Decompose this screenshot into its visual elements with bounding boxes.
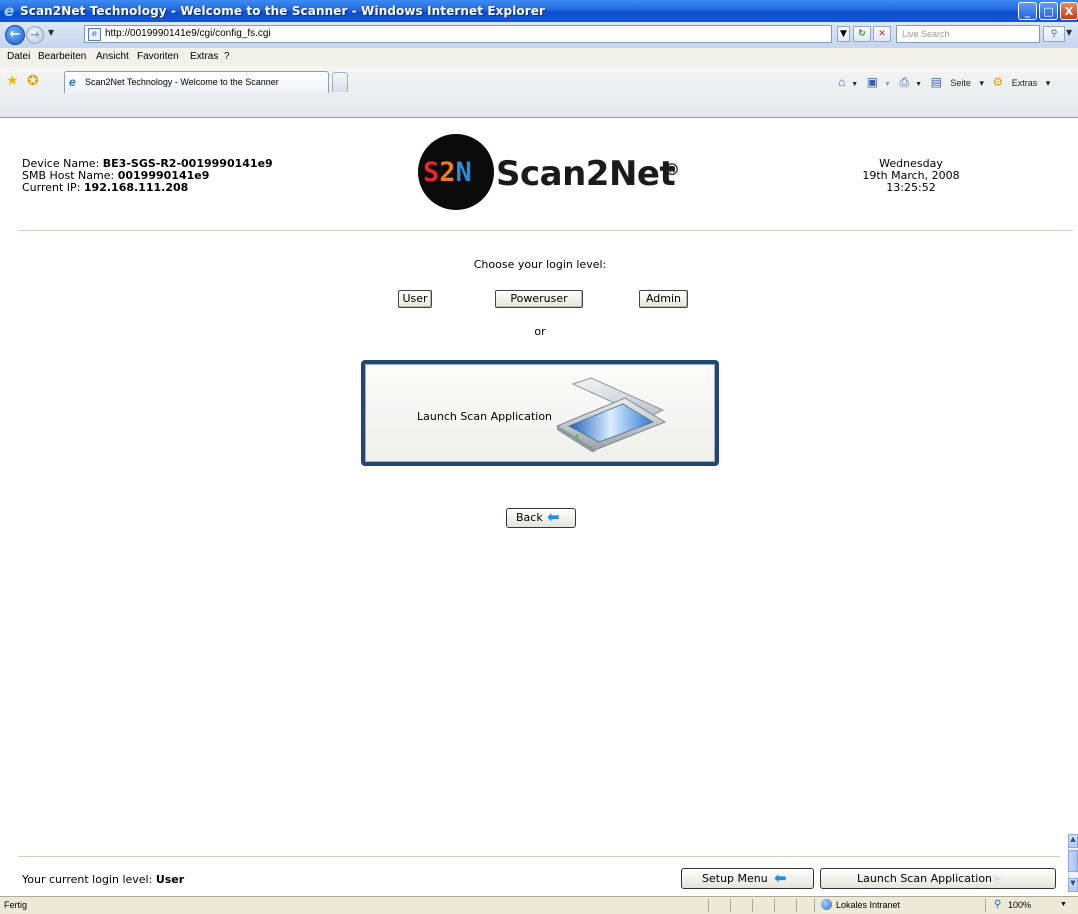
add-favorite-icon[interactable]: ✪	[27, 73, 39, 89]
favorites-center-icon[interactable]: ★	[6, 73, 19, 89]
scanner-icon	[555, 377, 667, 452]
page-icon: e	[88, 28, 101, 41]
login-admin-button[interactable]: Admin	[639, 290, 688, 308]
footer-divider	[18, 856, 1060, 857]
launch-scan-application-panel[interactable]: Launch Scan Application	[361, 360, 719, 466]
menu-file[interactable]: Datei	[7, 51, 30, 62]
date-time: Wednesday 19th March, 2008 13:25:52	[836, 158, 986, 194]
launch-scan-button-label: Launch Scan Application	[857, 872, 993, 885]
login-level-value: User	[155, 873, 185, 886]
current-login-level: Your current login level: User	[22, 873, 184, 886]
header-divider	[18, 230, 1073, 231]
back-button-label: Back	[516, 511, 543, 524]
tools-menu-label: Extras	[1011, 78, 1038, 88]
launch-scan-application-button[interactable]: Launch Scan Application ➢	[820, 868, 1056, 889]
gear-icon: ⚙	[992, 75, 1004, 89]
scroll-up-icon[interactable]: ▲	[1068, 834, 1078, 848]
menu-help[interactable]: ?	[224, 51, 230, 62]
current-ip-row: Current IP: 192.168.111.208	[22, 182, 273, 194]
security-zone: Lokales Intranet	[836, 900, 901, 910]
setup-menu-button[interactable]: Setup Menu ⬅	[681, 868, 814, 889]
menu-favorites[interactable]: Favoriten	[137, 51, 179, 62]
current-ip-value: 192.168.111.208	[83, 181, 189, 194]
tab-scan2net[interactable]: e Scan2Net Technology - Welcome to the S…	[64, 71, 329, 93]
device-info: Device Name: BE3-SGS-R2-0019990141e9 SMB…	[22, 158, 273, 194]
setup-menu-label: Setup Menu	[702, 872, 768, 885]
registered-mark: ®	[664, 160, 680, 179]
zoom-icon[interactable]: ⚲	[994, 899, 1001, 910]
page-icon: ▤	[930, 75, 942, 89]
print-icon[interactable]: ⎙	[900, 75, 910, 90]
search-dropdown-icon[interactable]: ▼	[1066, 28, 1072, 37]
menu-extras[interactable]: Extras	[190, 51, 218, 62]
window-title: Scan2Net Technology - Welcome to the Sca…	[20, 4, 546, 18]
menu-view[interactable]: Ansicht	[96, 51, 129, 62]
search-icon[interactable]: ⚲	[1043, 26, 1065, 42]
status-divider	[796, 899, 797, 912]
refresh-button[interactable]: ↻	[853, 26, 871, 42]
menu-bar: Datei Bearbeiten Ansicht Favoriten Extra…	[0, 48, 1078, 68]
tab-ie-icon: e	[69, 75, 76, 89]
arrow-left-icon: ⬅	[774, 869, 787, 887]
intranet-zone-icon	[821, 899, 832, 910]
zoom-dropdown-icon[interactable]: ▼	[1060, 901, 1067, 908]
login-poweruser-button[interactable]: Poweruser	[495, 290, 583, 308]
tools-menu-button[interactable]: ⚙ Extras ▾	[992, 75, 1050, 89]
menu-edit[interactable]: Bearbeiten	[38, 51, 86, 62]
scan2net-logo: S2N Scan2Net ®	[418, 134, 688, 210]
status-divider	[985, 899, 986, 912]
new-tab-button[interactable]	[332, 72, 348, 92]
page-menu-button[interactable]: ▤ Seite ▾	[931, 75, 984, 89]
tab-bar: ★ ✪ e Scan2Net Technology - Welcome to t…	[0, 67, 1078, 118]
scroll-down-icon[interactable]: ▼	[1068, 878, 1078, 892]
status-divider	[752, 899, 753, 912]
window-titlebar[interactable]: e Scan2Net Technology - Welcome to the S…	[0, 0, 1078, 22]
login-level-prompt: Choose your login level:	[473, 258, 607, 271]
or-separator: or	[534, 325, 546, 338]
current-ip-label: Current IP:	[22, 181, 81, 194]
scroll-thumb[interactable]	[1068, 850, 1078, 872]
stop-button[interactable]: ✕	[873, 26, 891, 42]
url-dropdown-button[interactable]: ▼	[837, 26, 850, 42]
zoom-level[interactable]: 100%	[1008, 900, 1031, 910]
status-divider	[774, 899, 775, 912]
logo-wordmark: Scan2Net	[496, 154, 676, 194]
tab-label: Scan2Net Technology - Welcome to the Sca…	[85, 77, 279, 87]
page-menu-label: Seite	[950, 78, 971, 88]
url-input[interactable]: e http://0019990141e9/cgi/config_fs.cgi	[84, 25, 832, 43]
login-level-label: Your current login level:	[22, 873, 153, 886]
home-icon[interactable]: ⌂	[838, 75, 845, 89]
time: 13:25:52	[886, 181, 936, 194]
address-bar: ← → ▼ e http://0019990141e9/cgi/config_fs…	[0, 22, 1078, 49]
status-text: Fertig	[4, 900, 28, 910]
url-text: http://0019990141e9/cgi/config_fs.cgi	[105, 28, 271, 39]
login-user-button[interactable]: User	[398, 290, 432, 308]
command-bar: ⌂ ▼ ▣ ▼ ⎙ ▼ ▤ Seite ▾ ⚙ Extras ▾	[838, 75, 1051, 90]
maximize-button[interactable]: □	[1039, 2, 1058, 20]
arrow-right-icon: ➢	[991, 871, 1003, 887]
browser-back-button[interactable]: ←	[5, 25, 25, 45]
status-bar: Fertig Lokales Intranet ⚲ 100% ▼	[0, 896, 1078, 914]
minimize-button[interactable]: _	[1018, 2, 1037, 20]
ie-logo-icon: e	[4, 2, 15, 20]
status-divider	[814, 899, 815, 912]
arrow-left-icon: ⬅	[547, 508, 560, 526]
close-button[interactable]: X	[1060, 2, 1078, 20]
browser-forward-button[interactable]: →	[26, 26, 44, 44]
back-button[interactable]: Back ⬅	[506, 508, 576, 528]
search-input[interactable]: Live Search	[896, 25, 1040, 43]
logo-mark: S2N	[423, 157, 472, 188]
feeds-icon[interactable]: ▣	[867, 75, 878, 89]
history-dropdown-icon[interactable]: ▼	[48, 28, 54, 37]
status-divider	[708, 899, 709, 912]
launch-scan-label: Launch Scan Application	[417, 410, 553, 423]
status-divider	[730, 899, 731, 912]
